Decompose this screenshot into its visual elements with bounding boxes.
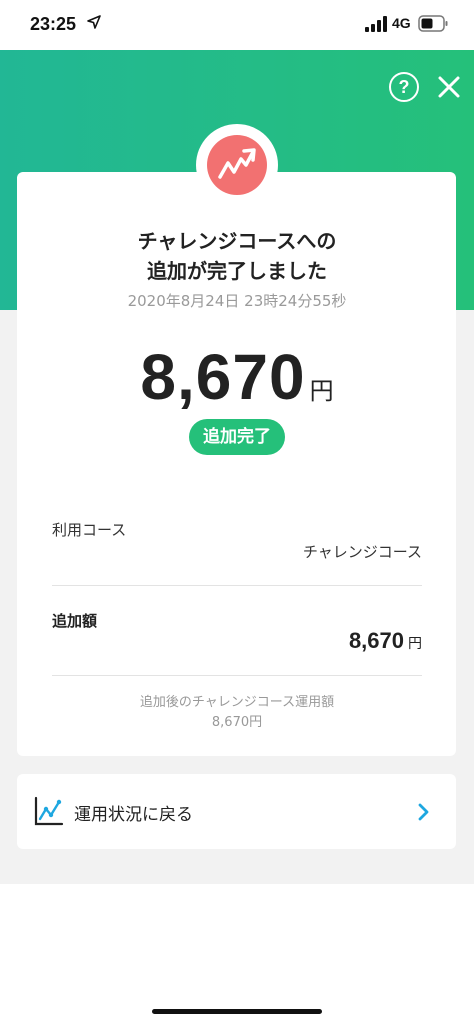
course-badge bbox=[207, 135, 267, 195]
line-chart-icon bbox=[34, 796, 64, 826]
divider bbox=[52, 675, 422, 676]
course-value: チャレンジコース bbox=[302, 543, 422, 561]
status-time: 23:25 bbox=[30, 14, 77, 34]
post-add-balance-label: 追加後のチャレンジコース運用額 bbox=[139, 695, 335, 710]
signal-icon bbox=[365, 16, 387, 32]
chart-up-icon bbox=[218, 148, 256, 179]
post-add-balance-value: 8,670円 bbox=[211, 715, 263, 730]
amount-unit: 円 bbox=[309, 377, 334, 405]
divider bbox=[52, 585, 422, 586]
close-icon[interactable] bbox=[436, 74, 462, 100]
home-indicator bbox=[152, 1009, 322, 1014]
network-type: 4G bbox=[392, 15, 411, 31]
chevron-right-icon[interactable] bbox=[417, 802, 431, 822]
title-line-1: チャレンジコースへの bbox=[137, 229, 337, 253]
status-badge: 追加完了 bbox=[189, 419, 285, 455]
added-amount-unit: 円 bbox=[408, 636, 422, 652]
course-label: 利用コース bbox=[52, 521, 127, 539]
back-to-status-label[interactable]: 運用状況に戻る bbox=[74, 800, 193, 825]
added-amount: 8,670 円 bbox=[349, 628, 422, 654]
amount-display: 8,670 円 bbox=[0, 340, 474, 414]
completion-datetime: 2020年8月24日 23時24分55秒 bbox=[127, 292, 347, 310]
added-amount-label: 追加額 bbox=[52, 612, 98, 630]
battery-icon bbox=[418, 15, 448, 32]
title-line-2: 追加が完了しました bbox=[147, 259, 327, 283]
location-arrow-icon bbox=[87, 15, 101, 29]
help-button[interactable]: ? bbox=[389, 72, 419, 102]
status-bar: 23:25 4G bbox=[0, 0, 474, 50]
page-title: チャレンジコースへの 追加が完了しました bbox=[0, 226, 474, 286]
amount-value: 8,670 bbox=[140, 341, 306, 413]
added-amount-value: 8,670 bbox=[348, 628, 404, 653]
